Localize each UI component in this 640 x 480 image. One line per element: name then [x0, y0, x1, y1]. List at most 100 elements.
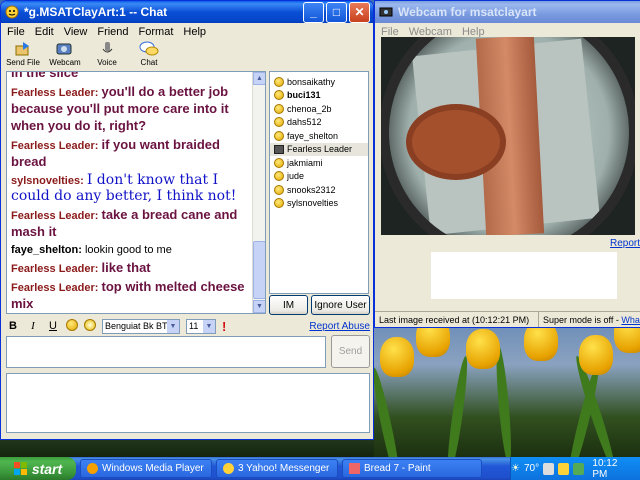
menu-help[interactable]: Help [183, 26, 206, 38]
task-windows-media-player[interactable]: Windows Media Player [80, 459, 212, 478]
smiley-icon [274, 198, 284, 209]
chat-menubar: File Edit View Friend Format Help [1, 23, 373, 41]
send-file-icon [15, 42, 29, 56]
font-size-value: 11 [189, 321, 199, 331]
user-list-item[interactable]: snooks2312 [270, 183, 368, 197]
user-name: jude [287, 171, 305, 182]
exclamation-icon[interactable]: ! [222, 319, 226, 334]
chat-titlebar[interactable]: *g.MSATClayArt:1 -- Chat _ □ ✕ [1, 1, 373, 23]
message-partial: in the slice [11, 71, 79, 80]
webcam-video [381, 37, 635, 235]
smiley-icon [274, 157, 284, 168]
user-list-item[interactable]: sylsnovelties [270, 197, 368, 211]
message-line: Fearless Leader: take a bread cane and m… [11, 207, 251, 241]
chat-title: *g.MSATClayArt:1 -- Chat [24, 5, 168, 19]
message-text: lookin good to me [84, 244, 172, 256]
send-file-button[interactable]: Send File [5, 41, 41, 67]
font-size-select[interactable]: 11 ▼ [186, 318, 216, 334]
weather-icon[interactable]: ☀ [511, 463, 520, 474]
font-select[interactable]: Benguiat Bk BT ▼ [102, 318, 180, 334]
task-yahoo-messenger[interactable]: 3 Yahoo! Messenger [216, 459, 338, 478]
status-super-mode: Super mode is off - What [539, 312, 640, 327]
report-abuse-link[interactable]: Report Abuse [309, 321, 370, 332]
desktop-wallpaper [374, 325, 640, 457]
user-list-item[interactable]: faye_shelton [270, 129, 368, 143]
user-list-item[interactable]: bonsaikathy [270, 75, 368, 89]
smiley-icon [274, 90, 284, 101]
user-list-item[interactable]: Fearless Leader [270, 142, 368, 156]
message-line: faye_shelton: lookin good to me [11, 243, 251, 258]
webcam-button[interactable]: Webcam [47, 41, 83, 67]
tray-icon-1[interactable] [543, 462, 555, 475]
webcam-icon [56, 43, 72, 55]
italic-button[interactable]: I [26, 320, 40, 332]
smiley-icon [274, 184, 284, 195]
user-list-item[interactable]: jude [270, 170, 368, 184]
send-file-label: Send File [6, 58, 40, 67]
desktop-strip [0, 440, 374, 457]
menu-friend[interactable]: Friend [97, 26, 128, 38]
scroll-up-arrow[interactable]: ▲ [253, 72, 265, 85]
start-button[interactable]: start [0, 457, 76, 480]
message-line: Fearless Leader: like that [11, 260, 251, 277]
message-sender[interactable]: Fearless Leader: [11, 210, 98, 222]
font-select-value: Benguiat Bk BT [105, 321, 168, 331]
webcam-window: Webcam for msatclayart File Webcam Help … [374, 0, 640, 328]
tray-icon-2[interactable] [558, 462, 570, 475]
message-sender[interactable]: Fearless Leader: [11, 263, 98, 275]
menu-view[interactable]: View [64, 26, 88, 38]
task-paint[interactable]: Bread 7 - Paint [342, 459, 482, 478]
minimize-button[interactable]: _ [303, 1, 324, 23]
user-name: chenoa_2b [287, 103, 332, 114]
emoticon-icon[interactable] [66, 318, 78, 334]
close-button[interactable]: ✕ [349, 1, 370, 23]
start-label: start [31, 460, 63, 477]
menu-edit[interactable]: Edit [35, 26, 54, 38]
message-sender[interactable]: Fearless Leader: [11, 282, 98, 294]
audible-icon[interactable] [84, 318, 96, 334]
message-scrollbar[interactable]: ▲ ▼ [252, 72, 265, 313]
user-name: jakmiami [287, 157, 323, 168]
webcam-info-box [431, 252, 617, 299]
taskbar: start Windows Media Player 3 Yahoo! Mess… [0, 457, 640, 480]
user-list-item[interactable]: chenoa_2b [270, 102, 368, 116]
chat-window: *g.MSATClayArt:1 -- Chat _ □ ✕ File Edit… [0, 0, 374, 440]
menu-file[interactable]: File [7, 26, 25, 38]
user-name: sylsnovelties [287, 198, 339, 209]
webcam-on-icon [274, 144, 284, 154]
user-list: bonsaikathy buci131 chenoa_2b dahs512 faye_s… [269, 71, 369, 294]
im-button[interactable]: IM [269, 295, 308, 315]
tray-icon-3[interactable] [573, 462, 585, 475]
message-sender[interactable]: Fearless Leader: [11, 87, 98, 99]
windows-logo-icon [13, 461, 27, 475]
user-list-item[interactable]: dahs512 [270, 116, 368, 130]
ad-area [6, 373, 370, 433]
task-label: Bread 7 - Paint [364, 463, 431, 474]
bold-button[interactable]: B [6, 320, 20, 332]
user-name: snooks2312 [287, 184, 336, 195]
voice-button[interactable]: Voice [89, 41, 125, 67]
message-sender[interactable]: Fearless Leader: [11, 140, 98, 152]
send-button[interactable]: Send [331, 335, 370, 368]
chat-button[interactable]: Chat [131, 41, 167, 67]
menu-format[interactable]: Format [139, 26, 174, 38]
message-input[interactable] [6, 336, 326, 368]
message-area[interactable]: in the slice Fearless Leader: you'll do … [6, 71, 266, 314]
user-list-item[interactable]: buci131 [270, 89, 368, 103]
user-name: bonsaikathy [287, 76, 336, 87]
smiley-icon [274, 171, 284, 182]
message-sender[interactable]: sylsnovelties: [11, 175, 84, 187]
status-what-link[interactable]: What [621, 315, 640, 325]
underline-button[interactable]: U [46, 320, 60, 332]
user-list-item[interactable]: jakmiami [270, 156, 368, 170]
message-sender[interactable]: faye_shelton: [11, 244, 82, 256]
ignore-user-button[interactable]: Ignore User [311, 295, 370, 315]
report-link[interactable]: Report [610, 238, 640, 249]
scroll-thumb[interactable] [253, 241, 265, 299]
maximize-button[interactable]: □ [326, 1, 347, 23]
webcam-titlebar[interactable]: Webcam for msatclayart [375, 1, 640, 23]
temperature: 70° [523, 463, 540, 474]
scroll-down-arrow[interactable]: ▼ [253, 300, 265, 313]
chat-toolbar: Send File Webcam Voice Chat [1, 41, 373, 69]
status-mode-text: Super mode is off - [543, 315, 622, 325]
